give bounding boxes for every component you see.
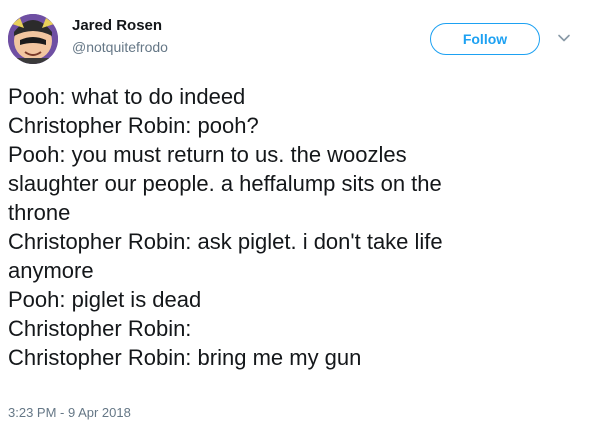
follow-button[interactable]: Follow — [430, 23, 540, 55]
user-handle[interactable]: @notquitefrodo — [72, 39, 168, 55]
tweet-line: Christopher Robin: pooh? — [8, 113, 259, 138]
tweet-line: Christopher Robin: bring me my gun — [8, 345, 362, 370]
tweet-line: anymore — [8, 258, 94, 283]
chevron-down-icon[interactable] — [556, 30, 572, 46]
tweet-line: Christopher Robin: ask piglet. i don't t… — [8, 229, 443, 254]
tweet-timestamp[interactable]: 3:23 PM - 9 Apr 2018 — [8, 405, 131, 420]
tweet-line: Christopher Robin: — [8, 316, 192, 341]
tweet-line: Pooh: you must return to us. the woozles — [8, 142, 407, 167]
tweet-text: Pooh: what to do indeed Christopher Robi… — [8, 82, 588, 372]
tweet-line: Pooh: what to do indeed — [8, 84, 246, 109]
display-name[interactable]: Jared Rosen — [72, 17, 162, 34]
tweet-line: slaughter our people. a heffalump sits o… — [8, 171, 442, 196]
tweet-card: Jared Rosen @notquitefrodo Follow Pooh: … — [0, 0, 598, 433]
tweet-line: throne — [8, 200, 71, 225]
avatar-image — [8, 14, 58, 64]
tweet-line: Pooh: piglet is dead — [8, 287, 202, 312]
avatar[interactable] — [8, 14, 58, 64]
